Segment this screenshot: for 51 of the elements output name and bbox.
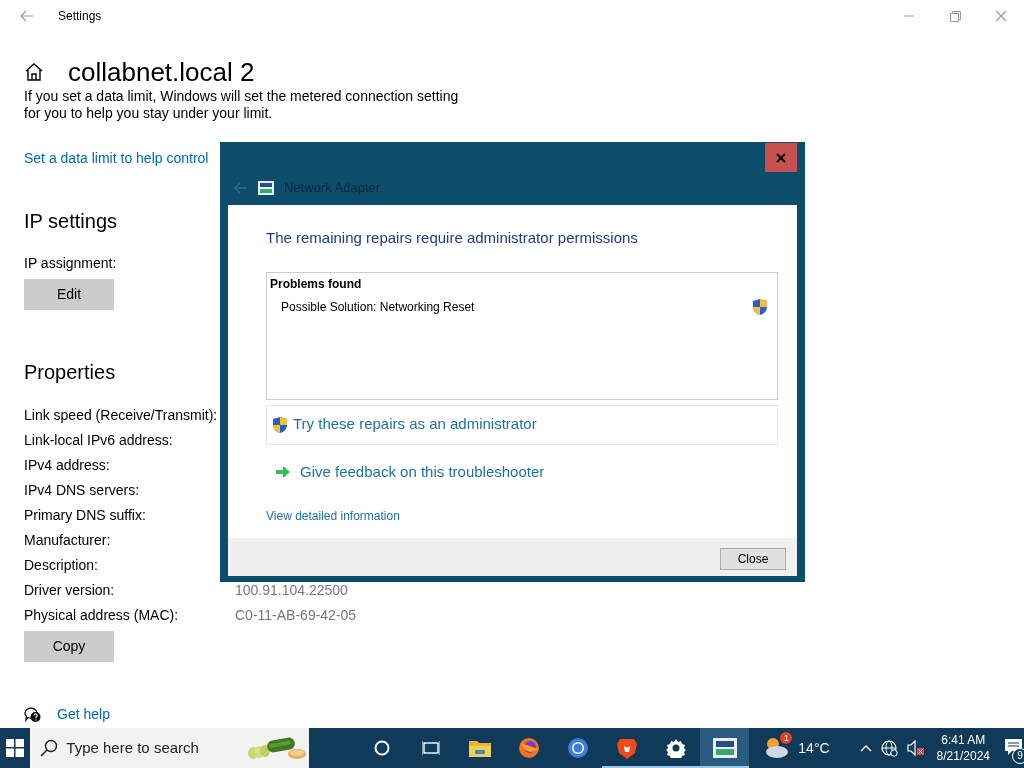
- property-label: Manufacturer:: [24, 531, 112, 550]
- arrow-icon: [276, 465, 290, 478]
- property-label: Description:: [24, 556, 99, 575]
- page-title: collabnet.local 2: [68, 56, 255, 88]
- window-title: Settings: [58, 8, 102, 25]
- property-label: Physical address (MAC):: [24, 606, 180, 625]
- speaker-muted-icon[interactable]: [906, 740, 925, 756]
- help-link[interactable]: Get help: [57, 704, 110, 725]
- property-label: Link speed (Receive/Transmit):: [24, 406, 219, 425]
- minimize-icon: [904, 15, 914, 17]
- details-link[interactable]: View detailed information: [266, 509, 400, 523]
- network-adapter-icon: [258, 180, 274, 195]
- notification-count: 9: [1012, 748, 1024, 764]
- globe-icon[interactable]: [880, 739, 898, 757]
- property-label: IPv4 address:: [24, 456, 111, 475]
- section-heading: Properties: [24, 360, 116, 384]
- search-icon: [40, 739, 59, 757]
- close-icon: [995, 10, 1007, 22]
- property-label: Link-local IPv6 address:: [24, 431, 174, 450]
- shield-icon: [273, 416, 287, 433]
- property-label: Driver version:: [24, 581, 116, 600]
- property-value: 100.91.104.22500: [235, 581, 348, 600]
- data-limit-link[interactable]: Set a data limit to help control: [24, 150, 209, 166]
- shield-icon: [753, 298, 767, 315]
- section-heading: IP settings: [24, 209, 118, 233]
- close-icon: [776, 152, 786, 163]
- help-icon: [24, 706, 41, 723]
- action-link[interactable]: Give feedback on this troubleshooter: [300, 460, 545, 483]
- notification-badge: 1: [780, 732, 793, 744]
- close-button[interactable]: [765, 143, 797, 172]
- home-icon[interactable]: [24, 63, 44, 81]
- temperature-text: 14°C: [798, 738, 830, 758]
- network-adapter-icon[interactable]: [700, 728, 750, 768]
- close-dialog-button[interactable]: Close: [720, 548, 786, 570]
- field-label: IP assignment:: [24, 254, 117, 273]
- dialog-heading: The remaining repairs require administrator permissions: [266, 228, 639, 248]
- restore-icon: [949, 10, 961, 22]
- search-box[interactable]: Type here to search: [30, 728, 310, 768]
- info-text: If you set a data limit, Windows will set the metered connection setting for you to help you stay under your limit.: [24, 88, 460, 122]
- property-value: C0-11-AB-69-42-05: [235, 606, 357, 625]
- back-icon: [20, 10, 34, 22]
- property-label: IPv4 DNS servers:: [24, 481, 141, 500]
- problem-text: Possible Solution: Networking Reset: [281, 298, 475, 316]
- panel-heading: Problems found: [270, 275, 363, 293]
- search-field[interactable]: Type here to search: [66, 736, 232, 760]
- edit-button[interactable]: Edit: [24, 279, 114, 310]
- copy-button[interactable]: Copy: [24, 631, 114, 662]
- chevron-up-icon[interactable]: [859, 744, 872, 752]
- clock[interactable]: 6:41 AM 8/21/2024: [936, 732, 990, 764]
- windows-icon: [5, 739, 24, 757]
- property-label: Primary DNS suffix:: [24, 506, 147, 525]
